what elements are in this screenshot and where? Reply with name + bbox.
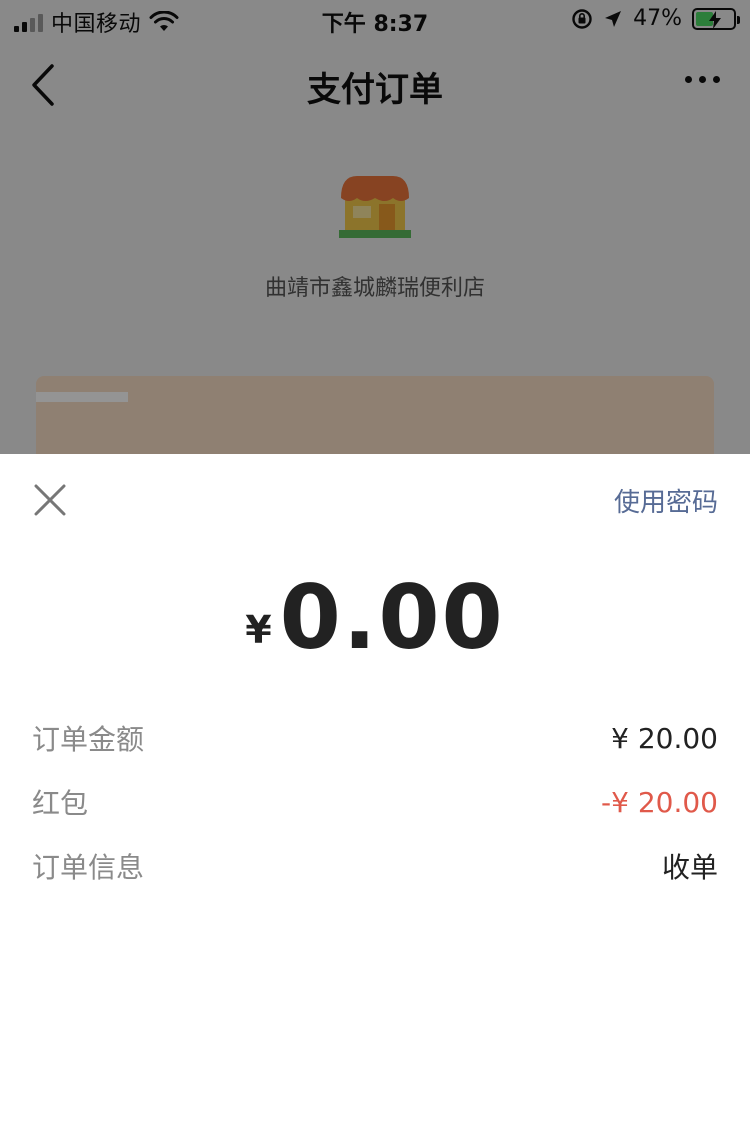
battery-icon [692,7,740,30]
payment-sheet: 使用密码 ¥ 0.00 订单金额 ¥ 20.00 红包 -¥ 20.00 订单信… [0,454,750,1127]
pay-amount: ¥ 0.00 [0,574,750,662]
payment-screen: 中国移动 下午 8:37 47% 支付订单 曲靖市鑫城麟瑞便利店 使用密码 ¥ … [0,0,750,1127]
status-bar: 中国移动 下午 8:37 47% [0,0,750,42]
order-info-label: 订单信息 [32,851,145,884]
status-right: 47% [571,6,740,31]
use-password-link[interactable]: 使用密码 [614,482,718,519]
red-packet-row[interactable]: 红包 -¥ 20.00 [32,782,718,822]
order-amount-row: 订单金额 ¥ 20.00 [32,718,718,758]
order-amount-label: 订单金额 [32,723,145,756]
order-amount-value: ¥ 20.00 [611,721,718,755]
rotation-lock-icon [572,8,592,29]
background-card-bar [36,392,128,402]
red-packet-label: 红包 [32,787,89,820]
page-title: 支付订单 [307,70,443,110]
battery-fill [696,10,721,29]
location-icon [605,10,622,27]
more-dots-icon[interactable] [685,76,720,83]
order-info-value: 收单 [661,851,718,884]
order-info-row: 订单信息 收单 [32,846,718,886]
charging-bolt-icon [709,10,721,29]
currency-symbol: ¥ [245,608,272,652]
nav-bar: 支付订单 [0,42,750,128]
amount-value: 0.00 [279,566,505,669]
shop-name: 曲靖市鑫城麟瑞便利店 [264,276,485,301]
store-icon [339,176,411,238]
close-icon[interactable] [30,480,70,520]
red-packet-value: -¥ 20.00 [601,785,718,819]
battery-percent: 47% [633,6,682,31]
